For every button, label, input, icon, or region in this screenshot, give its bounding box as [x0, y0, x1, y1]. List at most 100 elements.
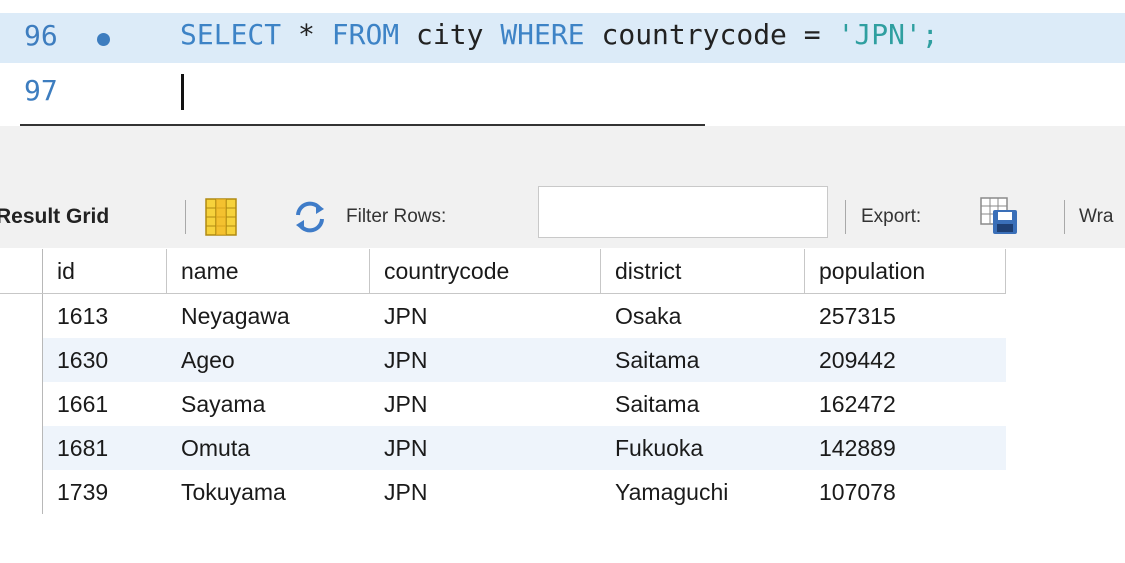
cell-text: JPN — [384, 478, 428, 505]
cell-text: 257315 — [819, 302, 896, 329]
cell-population[interactable]: 209442 — [804, 338, 1006, 382]
keyword-from: FROM — [331, 18, 400, 51]
cell-text: Fukuoka — [615, 434, 704, 461]
cell-district[interactable]: Saitama — [601, 382, 805, 426]
cell-district[interactable]: Fukuoka — [600, 426, 805, 470]
table-row[interactable]: 1630 Ageo JPN Saitama 209442 — [0, 338, 1006, 382]
cell-id[interactable]: 1739 — [43, 470, 167, 514]
export-label: Export: — [861, 206, 922, 227]
editor-line-96[interactable]: 96 SELECT * FROM city WHERE countrycode … — [0, 13, 1125, 63]
cell-district[interactable]: Saitama — [600, 338, 805, 382]
cell-population[interactable]: 257315 — [805, 294, 1006, 339]
row-selector[interactable] — [0, 338, 43, 382]
horizontal-scrollbar[interactable] — [20, 124, 705, 126]
cell-countrycode[interactable]: JPN — [370, 382, 601, 426]
table-row[interactable]: 1681 Omuta JPN Fukuoka 142889 — [0, 426, 1006, 470]
cell-text: 1681 — [57, 434, 109, 461]
cell-name[interactable]: Omuta — [166, 426, 370, 470]
table-row[interactable]: 1661 Sayama JPN Saitama 162472 — [0, 382, 1006, 426]
cell-id[interactable]: 1630 — [42, 338, 167, 382]
cell-population[interactable]: 107078 — [805, 470, 1006, 514]
cell-population[interactable]: 142889 — [804, 426, 1006, 470]
where-condition: countrycode = — [584, 18, 838, 51]
row-selector[interactable] — [0, 470, 43, 514]
cell-name[interactable]: Neyagawa — [167, 294, 370, 339]
cell-countrycode[interactable]: JPN — [369, 426, 601, 470]
cell-text: 1739 — [57, 478, 109, 505]
cell-name[interactable]: Ageo — [166, 338, 370, 382]
cell-text: Osaka — [615, 302, 682, 329]
cell-text: Saitama — [615, 346, 700, 373]
editor-line-97[interactable]: 97 — [0, 68, 1125, 118]
column-header-label: district — [615, 257, 682, 284]
cell-text: JPN — [384, 434, 428, 461]
cell-text: 142889 — [819, 434, 896, 461]
result-grid-tab[interactable]: Result Grid — [0, 186, 109, 248]
cell-text: 1613 — [57, 302, 109, 329]
sql-query-text[interactable]: SELECT * FROM city WHERE countrycode = '… — [180, 18, 939, 51]
sql-editor[interactable]: 96 SELECT * FROM city WHERE countrycode … — [0, 0, 1125, 118]
cell-text: 1630 — [57, 346, 109, 373]
cell-text: 209442 — [819, 346, 896, 373]
row-header-corner[interactable] — [0, 249, 43, 294]
filter-rows-input[interactable] — [538, 186, 828, 238]
cell-text: Sayama — [181, 390, 266, 417]
cell-district[interactable]: Yamaguchi — [601, 470, 805, 514]
statement-marker-icon — [97, 33, 110, 46]
cell-text: JPN — [384, 390, 428, 417]
toolbar-separator — [1064, 200, 1065, 234]
refresh-icon[interactable] — [292, 200, 328, 234]
cell-id[interactable]: 1681 — [42, 426, 167, 470]
cell-name[interactable]: Tokuyama — [167, 470, 370, 514]
cell-text: Yamaguchi — [615, 478, 729, 505]
cell-name[interactable]: Sayama — [167, 382, 370, 426]
table-name: city — [399, 18, 501, 51]
column-header-label: population — [819, 257, 926, 284]
cell-countrycode[interactable]: JPN — [370, 470, 601, 514]
cell-text: Tokuyama — [181, 478, 286, 505]
cell-text: JPN — [384, 302, 428, 329]
column-header-id[interactable]: id — [42, 249, 167, 294]
result-toolbar: Result Grid Filter Rows: Export: Wra — [0, 186, 1125, 248]
export-icon[interactable] — [979, 196, 1019, 236]
text-caret — [181, 74, 184, 110]
result-table: id name countrycode district population … — [0, 249, 1006, 514]
filter-rows-label: Filter Rows: — [346, 206, 447, 227]
cell-population[interactable]: 162472 — [805, 382, 1006, 426]
line-number: 97 — [24, 74, 58, 107]
cell-text: 1661 — [57, 390, 109, 417]
keyword-where: WHERE — [500, 18, 585, 51]
row-selector[interactable] — [0, 293, 43, 338]
result-grid[interactable]: id name countrycode district population … — [0, 249, 1125, 563]
toolbar-separator — [185, 200, 186, 234]
cell-text: 107078 — [819, 478, 896, 505]
grid-layout-icon[interactable] — [205, 198, 237, 236]
row-selector[interactable] — [0, 426, 43, 470]
cell-text: Omuta — [181, 434, 251, 461]
cell-district[interactable]: Osaka — [601, 294, 805, 339]
cell-text: 162472 — [819, 390, 896, 417]
cell-id[interactable]: 1661 — [43, 382, 167, 426]
column-header-name[interactable]: name — [166, 249, 370, 294]
toolbar-separator — [845, 200, 846, 234]
cell-countrycode[interactable]: JPN — [369, 338, 601, 382]
column-header-population[interactable]: population — [804, 249, 1006, 294]
cell-text: JPN — [384, 346, 428, 373]
panel-background — [0, 126, 1125, 186]
column-header-label: name — [181, 257, 239, 284]
column-header-countrycode[interactable]: countrycode — [369, 249, 601, 294]
cell-id[interactable]: 1613 — [43, 294, 167, 339]
wrap-cell-content-label[interactable]: Wra — [1079, 186, 1113, 248]
table-row[interactable]: 1613 Neyagawa JPN Osaka 257315 — [0, 293, 1006, 339]
row-selector[interactable] — [0, 382, 43, 426]
cell-text: Ageo — [181, 346, 235, 373]
keyword-select: SELECT — [180, 18, 282, 51]
header-row: id name countrycode district population — [0, 249, 1006, 294]
line-number: 96 — [24, 19, 58, 52]
cell-countrycode[interactable]: JPN — [370, 294, 601, 339]
cell-text: Neyagawa — [181, 302, 290, 329]
column-header-label: id — [57, 257, 75, 284]
column-header-label: countrycode — [384, 257, 510, 284]
column-header-district[interactable]: district — [600, 249, 805, 294]
table-row[interactable]: 1739 Tokuyama JPN Yamaguchi 107078 — [0, 470, 1006, 514]
